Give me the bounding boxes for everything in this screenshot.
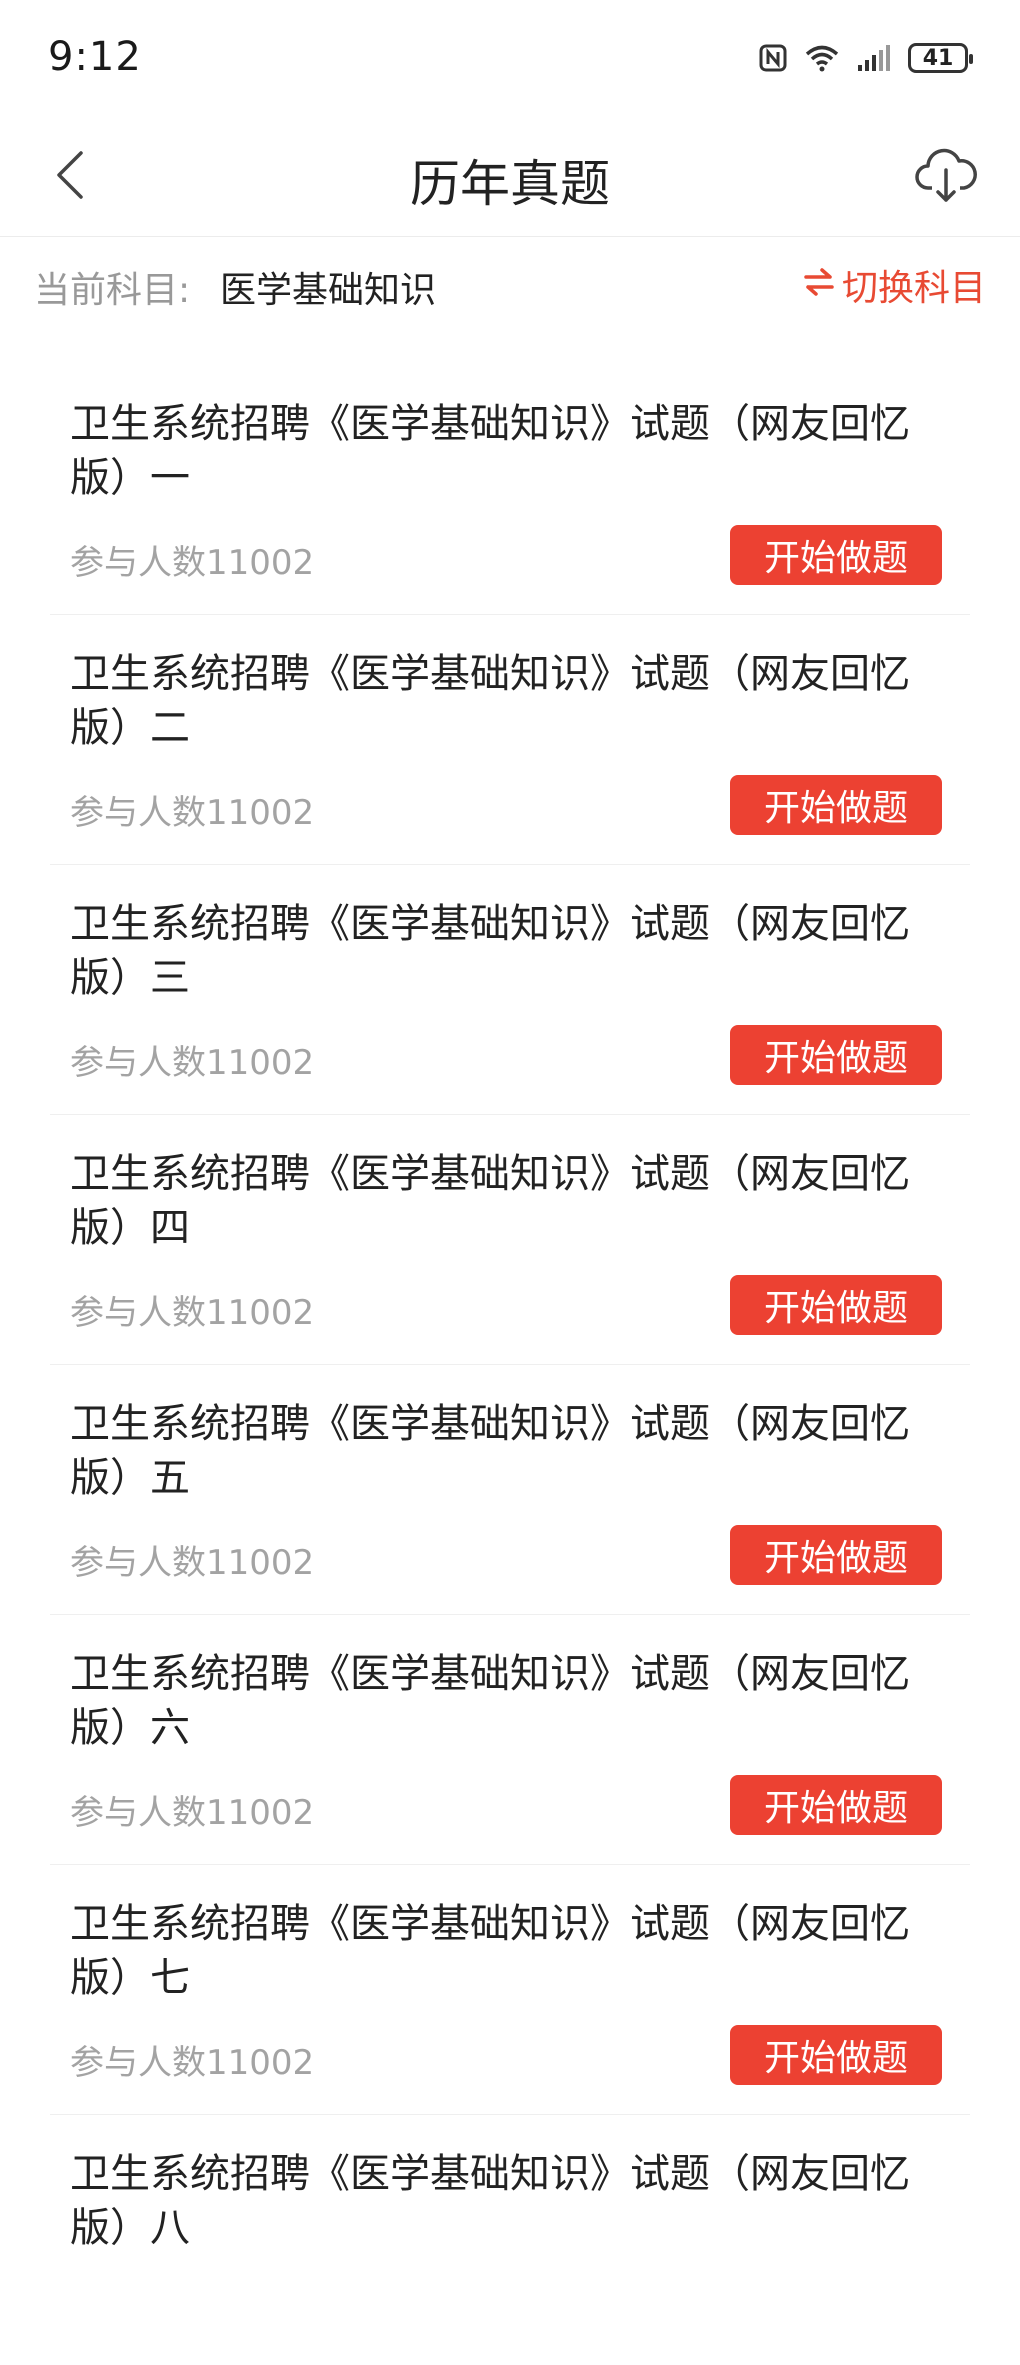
list-item: 卫生系统招聘《医学基础知识》试题（网友回忆版）五 参与人数11002 开始做题 <box>50 1365 970 1615</box>
app-header: 历年真题 <box>0 118 1020 237</box>
list-item: 卫生系统招聘《医学基础知识》试题（网友回忆版）七 参与人数11002 开始做题 <box>50 1865 970 2115</box>
download-button[interactable] <box>908 140 984 216</box>
exam-title[interactable]: 卫生系统招聘《医学基础知识》试题（网友回忆版）二 <box>70 647 930 755</box>
swap-arrows-icon <box>802 265 836 306</box>
exam-list: 卫生系统招聘《医学基础知识》试题（网友回忆版）一 参与人数11002 开始做题 … <box>50 365 970 2365</box>
list-item: 卫生系统招聘《医学基础知识》试题（网友回忆版）一 参与人数11002 开始做题 <box>50 365 970 615</box>
subject-value: 医学基础知识 <box>220 270 437 311</box>
participant-count: 参与人数11002 <box>70 793 315 833</box>
start-exam-button[interactable]: 开始做题 <box>730 525 942 585</box>
status-time: 9:12 <box>48 34 142 80</box>
exam-title[interactable]: 卫生系统招聘《医学基础知识》试题（网友回忆版）六 <box>70 1647 930 1755</box>
list-item: 卫生系统招聘《医学基础知识》试题（网友回忆版）三 参与人数11002 开始做题 <box>50 865 970 1115</box>
list-item: 卫生系统招聘《医学基础知识》试题（网友回忆版）四 参与人数11002 开始做题 <box>50 1115 970 1365</box>
participant-count: 参与人数11002 <box>70 1793 315 1833</box>
exam-title[interactable]: 卫生系统招聘《医学基础知识》试题（网友回忆版）七 <box>70 1897 930 2005</box>
exam-title[interactable]: 卫生系统招聘《医学基础知识》试题（网友回忆版）三 <box>70 897 930 1005</box>
list-item: 卫生系统招聘《医学基础知识》试题（网友回忆版）八 <box>50 2115 970 2365</box>
exam-title[interactable]: 卫生系统招聘《医学基础知识》试题（网友回忆版）四 <box>70 1147 930 1255</box>
start-exam-button[interactable]: 开始做题 <box>730 1025 942 1085</box>
participant-count: 参与人数11002 <box>70 1293 315 1333</box>
status-icons: 41 <box>758 38 973 78</box>
participant-count: 参与人数11002 <box>70 1043 315 1083</box>
page-title: 历年真题 <box>410 155 610 213</box>
exam-title[interactable]: 卫生系统招聘《医学基础知识》试题（网友回忆版）一 <box>70 397 930 505</box>
switch-subject-label: 切换科目 <box>841 268 986 309</box>
list-item: 卫生系统招聘《医学基础知识》试题（网友回忆版）二 参与人数11002 开始做题 <box>50 615 970 865</box>
start-exam-button[interactable]: 开始做题 <box>730 1775 942 1835</box>
nfc-icon <box>758 43 788 73</box>
signal-icon <box>856 43 892 73</box>
wifi-icon <box>804 43 840 73</box>
participant-count: 参与人数11002 <box>70 543 315 583</box>
start-exam-button[interactable]: 开始做题 <box>730 2025 942 2085</box>
start-exam-button[interactable]: 开始做题 <box>730 1275 942 1335</box>
subject-bar: 当前科目: 医学基础知识 切换科目 <box>0 237 1020 337</box>
start-exam-button[interactable]: 开始做题 <box>730 775 942 835</box>
exam-title[interactable]: 卫生系统招聘《医学基础知识》试题（网友回忆版）八 <box>70 2147 930 2255</box>
start-exam-button[interactable]: 开始做题 <box>730 1525 942 1585</box>
participant-count: 参与人数11002 <box>70 2043 315 2083</box>
battery-icon: 41 <box>908 43 973 73</box>
subject-label: 当前科目: <box>34 270 191 311</box>
list-item: 卫生系统招聘《医学基础知识》试题（网友回忆版）六 参与人数11002 开始做题 <box>50 1615 970 1865</box>
switch-subject-button[interactable]: 切换科目 <box>802 259 986 311</box>
exam-title[interactable]: 卫生系统招聘《医学基础知识》试题（网友回忆版）五 <box>70 1397 930 1505</box>
status-bar: 9:12 41 <box>0 0 1020 118</box>
cloud-download-icon <box>914 146 978 210</box>
participant-count: 参与人数11002 <box>70 1543 315 1583</box>
